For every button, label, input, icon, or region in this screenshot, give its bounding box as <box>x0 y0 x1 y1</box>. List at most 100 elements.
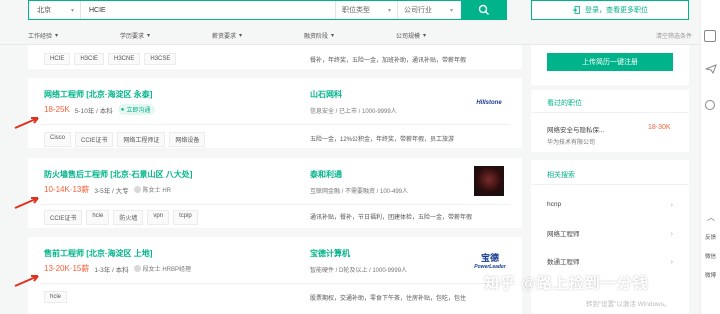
tag: CCIE证书 <box>75 132 114 147</box>
job-summary: 10-14K·13薪 3-5年 / 大专 陈女士 HR <box>44 184 171 195</box>
chevron-down-icon: ▾ <box>387 7 391 14</box>
tag: HCIE <box>44 53 71 65</box>
job-summary: 13-20K·15薪 1-3年 / 本科 段女士 HRBP经理 <box>44 263 191 274</box>
welfare-text: 通讯补贴，餐补，节日福利，团建体检，五险一金，带薪年假 <box>310 215 473 221</box>
job-title[interactable]: 防火墙售后工程师 [北京·石景山区 八大处] <box>44 169 192 180</box>
divider <box>40 204 510 205</box>
position-type-select[interactable]: 职位类型 ▾ <box>335 1 397 19</box>
company-logo[interactable] <box>474 166 504 196</box>
login-button[interactable]: 登录，查看更多职位 <box>531 0 689 20</box>
tag: tcpip <box>173 210 198 225</box>
wechat-link[interactable]: 微信 <box>705 252 716 260</box>
login-icon <box>572 6 580 14</box>
divider <box>40 124 510 125</box>
login-label: 登录，查看更多职位 <box>585 7 648 14</box>
tag-list: HCIE H3CIE H3CNE H3CSE <box>44 53 177 65</box>
search-input[interactable]: HCIE <box>81 7 335 14</box>
chevron-down-icon: ▾ <box>449 7 453 14</box>
chevron-right-icon: › <box>670 256 673 266</box>
job-title[interactable]: 网络工程师 [北京·海淀区 永泰] <box>44 89 152 100</box>
chat-icon: ● <box>120 106 125 113</box>
tag: 防火墙 <box>113 210 144 225</box>
salary: 10-14K·13薪 <box>44 185 90 194</box>
tag: Cisco <box>44 132 72 147</box>
company-logo[interactable]: 宝德 PowerLeader <box>472 245 508 275</box>
tag: vpn <box>147 210 170 225</box>
city-select[interactable]: 北京 ▾ <box>29 1 81 19</box>
weibo-link[interactable]: 微博 <box>705 271 716 279</box>
filter-education[interactable]: 学历要求 ▾ <box>120 31 212 40</box>
company-name[interactable]: 山石网科 <box>310 89 342 100</box>
company-logo[interactable]: Hillstone <box>474 88 504 118</box>
tag: H3CIE <box>74 53 105 65</box>
search-button[interactable] <box>461 0 507 20</box>
job-meta: 5-10年 / 本科 <box>74 107 113 115</box>
company-meta: 信息安全 / 已上市 / 1000-9999人 <box>310 109 397 115</box>
viewed-job-company: 华为技术有限公司 <box>547 140 596 146</box>
right-toolbar: ︿ 反馈 微信 微博 <box>700 0 720 314</box>
company-name[interactable]: 泰和利通 <box>310 169 342 180</box>
chevron-up-icon[interactable]: ︿ <box>707 212 715 223</box>
filter-bar: 工作经验 ▾ 学历要求 ▾ 薪资要求 ▾ 融资阶段 ▾ 公司规模 ▾ 清空筛选条件 <box>28 28 692 42</box>
viewed-jobs-panel: 看过的职位 网络安全与隐私保... 18-30K 华为技术有限公司 <box>531 90 689 152</box>
viewed-job-salary: 18-30K <box>648 124 671 131</box>
chevron-down-icon: ▾ <box>55 32 59 39</box>
related-search-item[interactable]: 数通工程师 › <box>547 256 673 267</box>
job-card-partial: HCIE H3CIE H3CNE H3CSE 餐补，年终奖，五险一金，加班补助，… <box>28 45 522 69</box>
chevron-down-icon: ▾ <box>331 32 335 39</box>
search-bar: 北京 ▾ HCIE 职位类型 ▾ 公司行业 ▾ <box>28 0 506 20</box>
chat-now-button[interactable]: ● 立即沟通 <box>117 104 156 115</box>
tag: 网络设备 <box>169 132 206 147</box>
tag-list: Cisco CCIE证书 网络工程师证 网络设备 <box>44 132 206 147</box>
city-label: 北京 <box>37 7 51 14</box>
related-search-item[interactable]: hcnp › <box>547 200 673 209</box>
job-title[interactable]: 售前工程师 [北京·海淀区 上地] <box>44 248 152 259</box>
company-meta: 互联网金融 / 不需要融资 / 100-499人 <box>310 189 409 195</box>
filter-company-size[interactable]: 公司规模 ▾ <box>396 31 488 40</box>
tag: H3CNE <box>108 53 141 65</box>
industry-label: 公司行业 <box>404 7 432 14</box>
hr-contact: 段女士 HRBP经理 <box>133 264 191 273</box>
job-card[interactable]: 售前工程师 [北京·海淀区 上地] 13-20K·15薪 1-3年 / 本科 段… <box>28 237 522 314</box>
feedback-link[interactable]: 反馈 <box>705 233 716 241</box>
welfare-text: 餐补，年终奖，五险一金，加班补助，通讯补贴，带薪年假 <box>310 58 467 64</box>
filter-funding[interactable]: 融资阶段 ▾ <box>304 31 396 40</box>
filter-experience[interactable]: 工作经验 ▾ <box>28 31 120 40</box>
job-card[interactable]: 防火墙售后工程师 [北京·石景山区 八大处] 10-14K·13薪 3-5年 /… <box>28 158 522 228</box>
job-meta: 3-5年 / 大专 <box>94 187 129 195</box>
avatar <box>133 186 141 193</box>
tag: CCIE证书 <box>44 210 83 225</box>
hr-contact: 陈女士 HR <box>133 185 171 194</box>
clear-filters-link[interactable]: 清空筛选条件 <box>656 31 692 40</box>
search-icon <box>478 4 489 15</box>
tag-list: CCIE证书 hcie 防火墙 vpn tcpip <box>44 210 198 225</box>
chevron-down-icon: ▾ <box>239 32 243 39</box>
related-search-item[interactable]: 网络工程师 › <box>547 228 673 239</box>
chevron-down-icon: ▾ <box>147 32 151 39</box>
send-icon[interactable] <box>705 64 717 74</box>
annotation-arrow <box>14 197 39 209</box>
viewed-job-title[interactable]: 网络安全与隐私保... <box>547 124 604 134</box>
annotation-arrow <box>14 117 39 129</box>
divider <box>40 283 510 284</box>
welfare-text: 股票期权，交通补助，零食下午茶，住房补贴，包吃，包住 <box>310 296 467 302</box>
job-meta: 1-3年 / 本科 <box>94 266 129 274</box>
upload-resume-button[interactable]: 上传简历一键注册 <box>547 53 673 71</box>
user-icon[interactable] <box>705 100 715 110</box>
job-card[interactable]: 网络工程师 [北京·海淀区 永泰] 18-25K 5-10年 / 本科 ● 立即… <box>28 78 522 148</box>
windows-activation-hint: 转到“设置”以激活 Windows。 <box>586 301 671 308</box>
job-summary: 18-25K 5-10年 / 本科 ● 立即沟通 <box>44 104 156 115</box>
phone-icon[interactable] <box>704 30 716 42</box>
salary: 13-20K·15薪 <box>44 264 90 273</box>
register-panel: 上传简历一键注册 <box>531 45 689 85</box>
company-name[interactable]: 宝德计算机 <box>310 248 350 259</box>
industry-select[interactable]: 公司行业 ▾ <box>397 1 459 19</box>
divider <box>531 184 689 185</box>
tag: hcie <box>86 210 110 225</box>
filter-salary[interactable]: 薪资要求 ▾ <box>212 31 304 40</box>
divider <box>531 112 689 113</box>
tag: hcie <box>44 291 68 303</box>
salary: 18-25K <box>44 105 70 114</box>
tag: 网络工程师证 <box>117 132 166 147</box>
chevron-right-icon: › <box>670 200 673 209</box>
